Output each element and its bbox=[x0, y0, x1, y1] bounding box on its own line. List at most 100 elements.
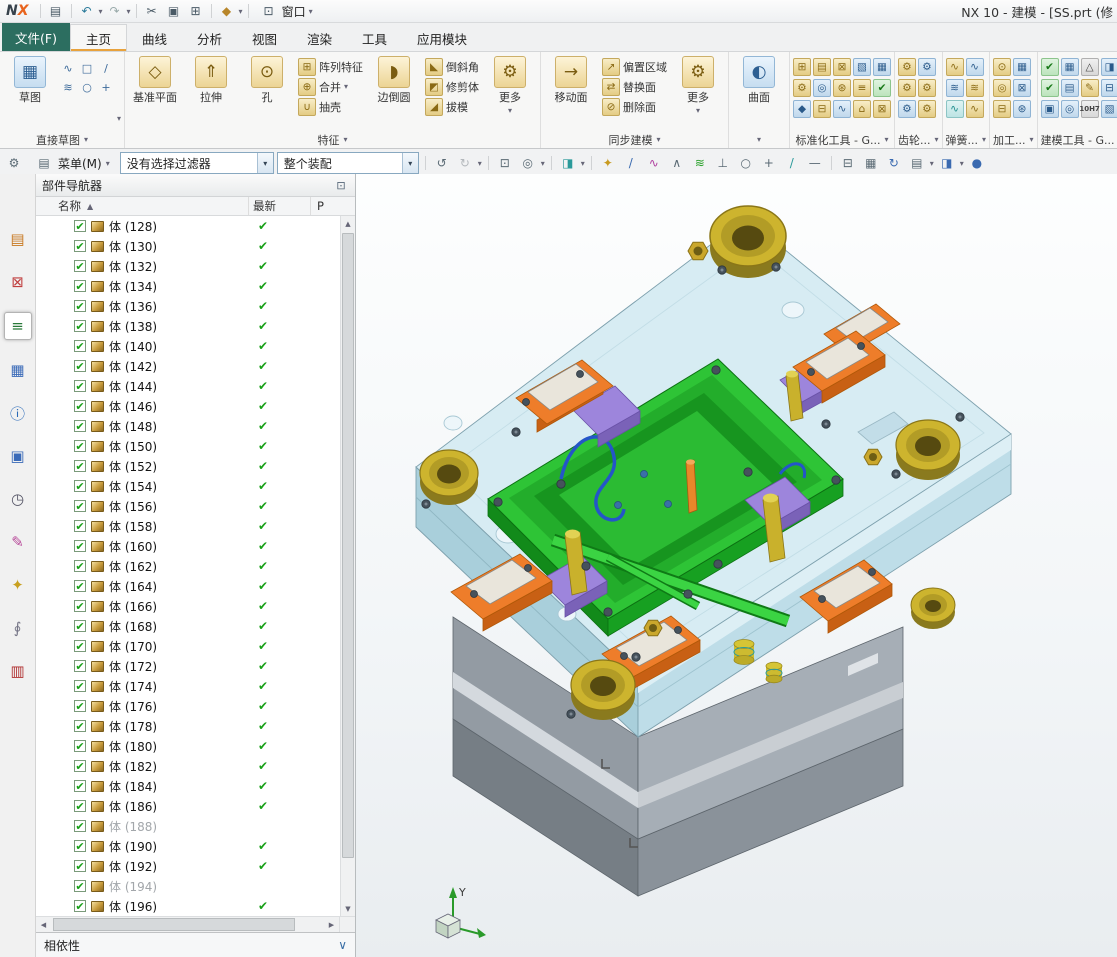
column-header-p[interactable]: P bbox=[311, 197, 355, 215]
body-row-label[interactable]: 体 (146) bbox=[109, 398, 229, 415]
body-row-label[interactable]: 体 (188) bbox=[109, 818, 229, 835]
replace-face-button[interactable]: ⇄ 替换面 bbox=[600, 77, 669, 96]
assembly-navigator-icon[interactable]: ▤ bbox=[5, 226, 31, 252]
table-row[interactable]: ✔ 体 (152) ✔ bbox=[36, 456, 340, 476]
snap-slash-icon[interactable]: / bbox=[782, 153, 802, 173]
row-checkbox[interactable]: ✔ bbox=[74, 740, 86, 752]
row-checkbox[interactable]: ✔ bbox=[74, 380, 86, 392]
table-row[interactable]: ✔ 体 (146) ✔ bbox=[36, 396, 340, 416]
modeling-tool-icon[interactable]: ✎ bbox=[1080, 78, 1099, 97]
spring-tool-icon[interactable]: ∿ bbox=[965, 99, 984, 118]
cube-dropdown-icon[interactable]: ▾ bbox=[960, 159, 964, 168]
line-icon[interactable]: / bbox=[97, 59, 115, 77]
documentation-icon[interactable]: ▣ bbox=[5, 443, 31, 469]
body-row-label[interactable]: 体 (180) bbox=[109, 738, 229, 755]
ribbon-tab[interactable]: 主页 bbox=[69, 24, 127, 51]
body-row-label[interactable]: 体 (142) bbox=[109, 358, 229, 375]
row-checkbox[interactable]: ✔ bbox=[74, 460, 86, 472]
body-row-label[interactable]: 体 (160) bbox=[109, 538, 229, 555]
spring-tool-icon[interactable]: ∿ bbox=[945, 57, 964, 76]
body-row-label[interactable]: 体 (184) bbox=[109, 778, 229, 795]
table-row[interactable]: ✔ 体 (130) ✔ bbox=[36, 236, 340, 256]
delete-face-button[interactable]: ⊘ 删除面 bbox=[600, 97, 669, 116]
table-row[interactable]: ✔ 体 (158) ✔ bbox=[36, 516, 340, 536]
window-menu-button[interactable]: ⊡ 窗口 ▾ bbox=[254, 2, 318, 20]
check-tool-icon[interactable]: ✔ bbox=[1040, 57, 1059, 76]
cut-icon[interactable]: ✂ bbox=[142, 2, 162, 20]
row-checkbox[interactable]: ✔ bbox=[74, 360, 86, 372]
table-row[interactable]: ✔ 体 (190) ✔ bbox=[36, 836, 340, 856]
vertical-scroll-thumb[interactable] bbox=[342, 233, 354, 859]
body-row-label[interactable]: 体 (182) bbox=[109, 758, 229, 775]
table-row[interactable]: ✔ 体 (164) ✔ bbox=[36, 576, 340, 596]
modeling-tool-icon[interactable]: ▤ bbox=[1060, 78, 1079, 97]
row-checkbox[interactable]: ✔ bbox=[74, 520, 86, 532]
table-row[interactable]: ✔ 体 (176) ✔ bbox=[36, 696, 340, 716]
row-checkbox[interactable]: ✔ bbox=[74, 700, 86, 712]
paste-icon[interactable]: ⊞ bbox=[186, 2, 206, 20]
body-row-label[interactable]: 体 (172) bbox=[109, 658, 229, 675]
grid-display-icon[interactable]: ▦ bbox=[861, 153, 881, 173]
spring-tool-icon[interactable]: ∿ bbox=[945, 99, 964, 118]
3d-viewport[interactable]: Y bbox=[356, 174, 1117, 957]
body-row-label[interactable]: 体 (176) bbox=[109, 698, 229, 715]
row-checkbox[interactable]: ✔ bbox=[74, 720, 86, 732]
table-display-icon[interactable]: ▤ bbox=[907, 153, 927, 173]
undock-icon[interactable]: ⊡ bbox=[333, 179, 349, 192]
scroll-right-icon[interactable]: ▶ bbox=[324, 917, 339, 932]
row-checkbox[interactable]: ✔ bbox=[74, 840, 86, 852]
datum-plane-button[interactable]: ◇ 基准平面 bbox=[128, 53, 182, 105]
row-checkbox[interactable]: ✔ bbox=[74, 580, 86, 592]
scroll-left-icon[interactable]: ◀ bbox=[36, 917, 51, 932]
snap-perpendicular-icon[interactable]: ⊥ bbox=[713, 153, 733, 173]
selection-scope-combo[interactable]: 整个装配 ▾ bbox=[276, 152, 419, 174]
constraint-navigator-icon[interactable]: ⊠ bbox=[5, 269, 31, 295]
fit-view-icon[interactable]: ↺ bbox=[432, 153, 452, 173]
select-dropdown-icon[interactable]: ▾ bbox=[541, 159, 545, 168]
std-tool-icon[interactable]: ⊞ bbox=[793, 57, 812, 76]
std-tool-icon[interactable]: ≡ bbox=[853, 78, 872, 97]
save-icon[interactable]: ▤ bbox=[46, 2, 66, 20]
rectangle-icon[interactable]: □ bbox=[78, 59, 96, 77]
body-row-label[interactable]: 体 (190) bbox=[109, 838, 229, 855]
table-row[interactable]: ✔ 体 (142) ✔ bbox=[36, 356, 340, 376]
unite-dropdown-icon[interactable]: ▾ bbox=[344, 82, 348, 91]
machining-tool-icon[interactable]: ⊛ bbox=[1013, 99, 1032, 118]
customize-dropdown-icon[interactable]: ▾ bbox=[239, 7, 243, 16]
edge-blend-button[interactable]: ◗ 边倒圆 bbox=[367, 53, 421, 105]
body-row-label[interactable]: 体 (138) bbox=[109, 318, 229, 335]
row-checkbox[interactable]: ✔ bbox=[74, 640, 86, 652]
sync-more-button[interactable]: ⚙ 更多 ▾ bbox=[671, 53, 725, 115]
ribbon-tab[interactable]: 曲线 bbox=[127, 25, 182, 51]
part-navigator-icon[interactable]: ≡ bbox=[3, 312, 32, 340]
spring-tool-icon[interactable]: ≋ bbox=[945, 78, 964, 97]
ribbon-tab[interactable]: 渲染 bbox=[292, 25, 347, 51]
redo-icon[interactable]: ↷ bbox=[105, 2, 125, 20]
body-row-label[interactable]: 体 (154) bbox=[109, 478, 229, 495]
group-label-surface[interactable]: ▾ bbox=[732, 131, 786, 148]
spring-tool-icon[interactable]: ≋ bbox=[965, 78, 984, 97]
row-checkbox[interactable]: ✔ bbox=[74, 500, 86, 512]
undo-dropdown-icon[interactable]: ▾ bbox=[99, 7, 103, 16]
body-row-label[interactable]: 体 (128) bbox=[109, 218, 229, 235]
snap-dash-icon[interactable]: — bbox=[805, 153, 825, 173]
table-row[interactable]: ✔ 体 (144) ✔ bbox=[36, 376, 340, 396]
machining-tool-icon[interactable]: ⊙ bbox=[993, 57, 1012, 76]
table-row[interactable]: ✔ 体 (184) ✔ bbox=[36, 776, 340, 796]
ribbon-tab[interactable]: 应用模块 bbox=[402, 25, 482, 51]
spring-tool-icon[interactable]: ∿ bbox=[965, 57, 984, 76]
roles-icon[interactable]: ✎ bbox=[5, 529, 31, 555]
row-checkbox[interactable]: ✔ bbox=[74, 480, 86, 492]
row-checkbox[interactable]: ✔ bbox=[74, 240, 86, 252]
table-row[interactable]: ✔ 体 (160) ✔ bbox=[36, 536, 340, 556]
body-row-label[interactable]: 体 (194) bbox=[109, 878, 229, 895]
ribbon-tab[interactable]: 视图 bbox=[237, 25, 292, 51]
row-checkbox[interactable]: ✔ bbox=[74, 820, 86, 832]
modeling-tool-icon[interactable]: ◎ bbox=[1060, 99, 1079, 118]
row-checkbox[interactable]: ✔ bbox=[74, 300, 86, 312]
std-tool-icon[interactable]: ▧ bbox=[853, 57, 872, 76]
body-row-label[interactable]: 体 (136) bbox=[109, 298, 229, 315]
snap-spline-icon[interactable]: ≋ bbox=[690, 153, 710, 173]
body-row-label[interactable]: 体 (166) bbox=[109, 598, 229, 615]
measure-icon[interactable]: ⊟ bbox=[838, 153, 858, 173]
